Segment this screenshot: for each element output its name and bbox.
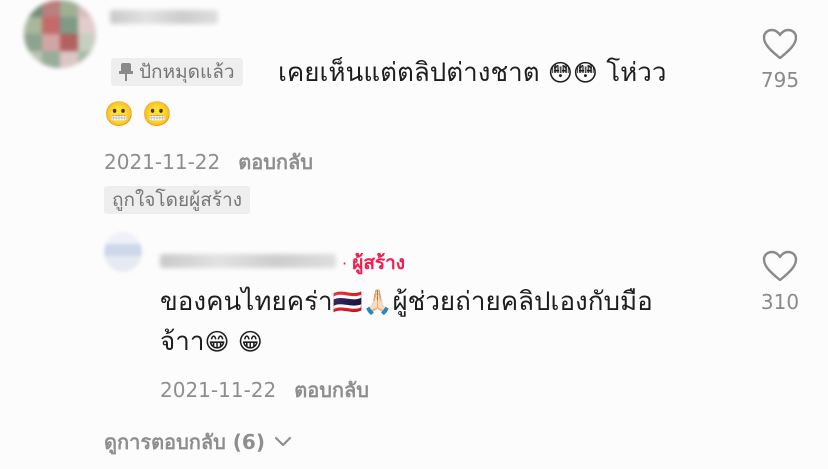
- reply-date: 2021-11-22: [160, 378, 277, 402]
- flushed-emoji: 😳: [547, 59, 573, 87]
- like-count: 310: [760, 290, 800, 314]
- comment-date: 2021-11-22: [104, 150, 221, 174]
- pin-icon: [119, 63, 133, 81]
- grimace-emoji: 😬: [104, 100, 134, 128]
- like-button[interactable]: 310: [750, 250, 810, 314]
- comment-text-line2: 😬 😬: [104, 94, 172, 134]
- reply-button[interactable]: ตอบกลับ: [238, 146, 313, 178]
- username-blurred[interactable]: [160, 254, 336, 268]
- liked-by-creator-tag: ถูกใจโดยผู้สร้าง: [104, 186, 250, 214]
- creator-badge: · ผู้สร้าง: [342, 252, 406, 274]
- reply-text-line2: จ้าา😁 😁: [160, 327, 263, 357]
- avatar[interactable]: [24, 0, 96, 68]
- like-count: 795: [760, 68, 800, 92]
- reply-text: ของคนไทยคร่า🇹🇭🙏🏻ผู้ช่วยถ่ายคลิปเองกับมือ: [160, 287, 653, 317]
- pinned-tag: ปักหมุดแล้ว: [111, 58, 243, 86]
- heart-icon[interactable]: [762, 250, 798, 282]
- grin-emoji: 😁: [237, 328, 263, 356]
- pinned-label: ปักหมุดแล้ว: [139, 61, 235, 83]
- avatar[interactable]: [104, 232, 142, 272]
- view-replies-label: ดูการตอบกลับ (6): [104, 430, 265, 454]
- thai-flag-emoji: 🇹🇭: [332, 288, 363, 316]
- comment-text: เคยเห็นแต่ตลิปต่างชาต 😳😳 โห่วว: [278, 58, 667, 88]
- heart-icon[interactable]: [762, 28, 798, 60]
- reply-meta: 2021-11-22 ตอบกลับ: [160, 374, 369, 406]
- view-replies-button[interactable]: ดูการตอบกลับ (6): [104, 426, 293, 458]
- chevron-down-icon: [274, 436, 292, 447]
- grin-emoji: 😁: [204, 328, 230, 356]
- grimace-emoji: 😬: [142, 100, 173, 128]
- pray-emoji: 🙏🏻: [362, 288, 393, 316]
- comment-meta: 2021-11-22 ตอบกลับ: [104, 146, 313, 178]
- like-button[interactable]: 795: [750, 28, 810, 92]
- flushed-emoji: 😳: [572, 59, 598, 87]
- reply-button[interactable]: ตอบกลับ: [294, 374, 369, 406]
- username-blurred[interactable]: [110, 10, 218, 24]
